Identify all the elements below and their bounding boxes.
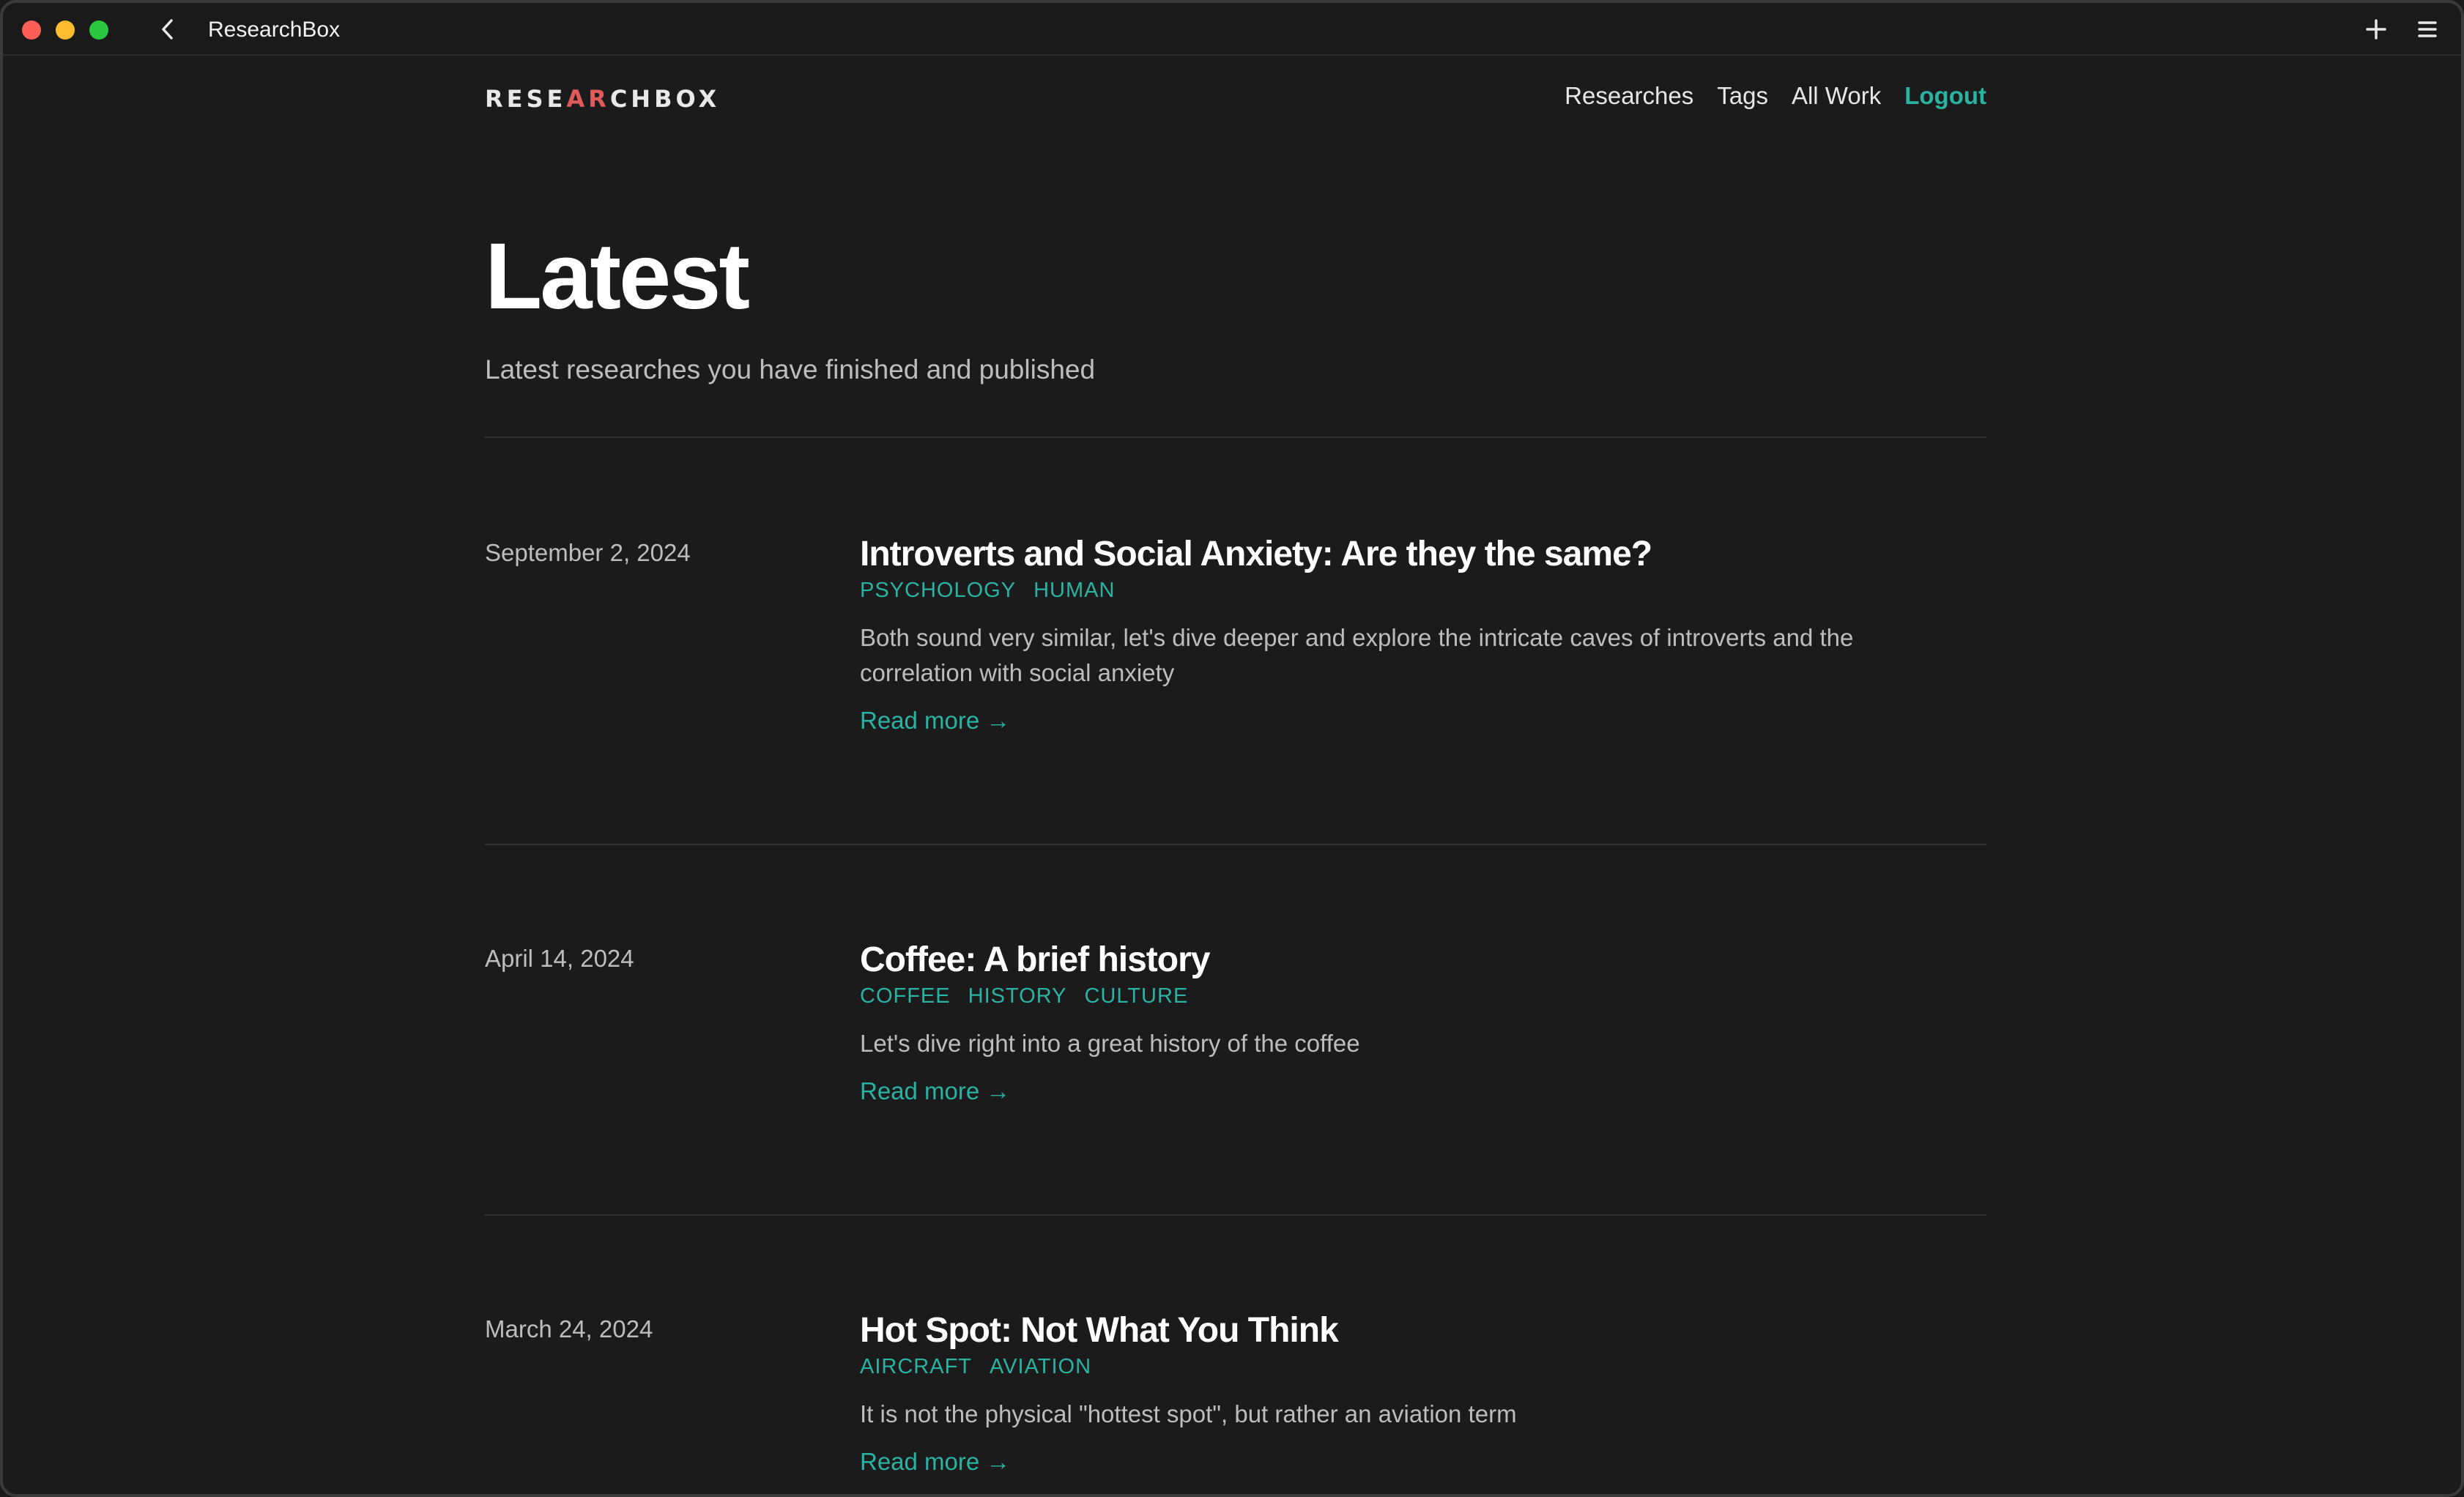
divider (485, 437, 1986, 438)
chevron-left-icon (162, 19, 173, 40)
logo-text-prefix: RESE (485, 85, 567, 113)
tag-link[interactable]: HUMAN (1034, 579, 1115, 603)
back-button[interactable] (154, 16, 180, 42)
logo-text-suffix: CHBOX (609, 85, 721, 113)
article-title[interactable]: Introverts and Social Anxiety: Are they … (860, 533, 1986, 576)
nav-link-tags[interactable]: Tags (1717, 82, 1768, 110)
article-date: April 14, 2024 (485, 945, 634, 972)
article-body: Introverts and Social Anxiety: Are they … (860, 533, 1986, 735)
article-body: Hot Spot: Not What You Think AIRCRAFT AV… (860, 1310, 1986, 1476)
article-date: September 2, 2024 (485, 539, 691, 566)
tag-link[interactable]: PSYCHOLOGY (860, 579, 1016, 603)
article-title[interactable]: Coffee: A brief history (860, 939, 1986, 981)
close-window-button[interactable] (22, 21, 41, 40)
read-more-link[interactable]: Read more → (860, 707, 1010, 735)
article-excerpt: It is not the physical "hottest spot", b… (860, 1400, 1517, 1427)
logout-link[interactable]: Logout (1904, 82, 1986, 110)
plus-icon (2366, 19, 2386, 40)
page-subtitle: Latest researches you have finished and … (485, 354, 1096, 385)
main-nav: Researches Tags All Work Logout (1565, 82, 1986, 110)
tag-link[interactable]: COFFEE (860, 984, 951, 1008)
article-tags: AIRCRAFT AVIATION (860, 1355, 1986, 1379)
article-tags: PSYCHOLOGY HUMAN (860, 579, 1986, 603)
divider (485, 1214, 1986, 1216)
article-excerpt: Let's dive right into a great history of… (860, 1030, 1360, 1057)
new-tab-button[interactable] (2363, 16, 2389, 42)
article-body: Coffee: A brief history COFFEE HISTORY C… (860, 939, 1986, 1105)
window-title: ResearchBox (208, 18, 341, 42)
logo-text-mid: R (588, 85, 610, 113)
page-title: Latest (485, 224, 750, 329)
tag-link[interactable]: AVIATION (990, 1355, 1091, 1379)
title-bar: ResearchBox (3, 3, 2461, 56)
divider (485, 844, 1986, 845)
logo-text-accent: A (566, 85, 589, 113)
nav-link-researches[interactable]: Researches (1565, 82, 1693, 110)
article-title[interactable]: Hot Spot: Not What You Think (860, 1310, 1986, 1352)
article-tags: COFFEE HISTORY CULTURE (860, 984, 1986, 1008)
tag-link[interactable]: HISTORY (968, 984, 1067, 1008)
minimize-window-button[interactable] (56, 21, 75, 40)
tag-link[interactable]: CULTURE (1084, 984, 1188, 1008)
tag-link[interactable]: AIRCRAFT (860, 1355, 972, 1379)
nav-link-all-work[interactable]: All Work (1792, 82, 1881, 110)
maximize-window-button[interactable] (89, 21, 108, 40)
site-header: RESEARCHBOX Researches Tags All Work Log… (485, 76, 1986, 120)
read-more-link[interactable]: Read more → (860, 1448, 1010, 1476)
article-excerpt: Both sound very similar, let's dive deep… (860, 624, 1854, 686)
article-date: March 24, 2024 (485, 1315, 653, 1342)
hamburger-icon (2418, 21, 2437, 37)
browser-window: ResearchBox RESEARCHBOX Researches Tags … (0, 0, 2464, 1497)
menu-button[interactable] (2414, 16, 2441, 42)
read-more-link[interactable]: Read more → (860, 1077, 1010, 1105)
logo[interactable]: RESEARCHBOX (485, 85, 720, 113)
